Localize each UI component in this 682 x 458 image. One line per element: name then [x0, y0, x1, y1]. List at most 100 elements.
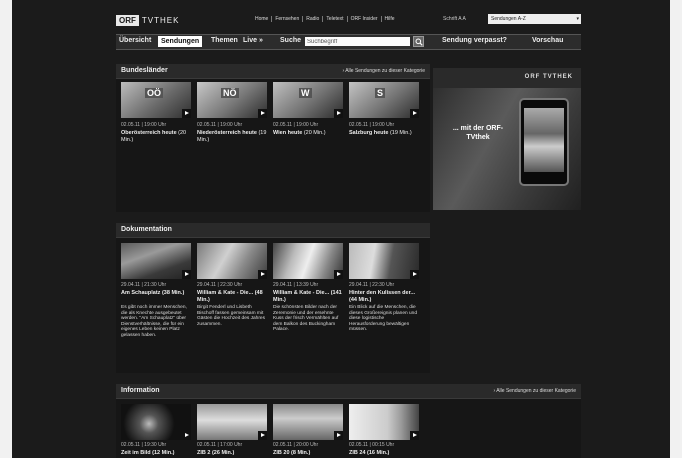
- top-link-hilfe[interactable]: Hilfe: [382, 16, 398, 22]
- sendungen-select[interactable]: Sendungen A-Z ▾: [488, 14, 581, 24]
- nav-sendung-verpasst[interactable]: Sendung verpasst?: [442, 37, 507, 44]
- video-thumbnail[interactable]: NÖ: [197, 82, 267, 118]
- video-thumbnail[interactable]: [349, 243, 419, 279]
- thumbnail-badge: NÖ: [221, 88, 239, 98]
- play-icon[interactable]: [334, 270, 343, 279]
- video-title[interactable]: ZIB 2 (26 Min.): [197, 450, 267, 457]
- category-link[interactable]: › Alle Sendungen zu dieser Kategorie: [493, 388, 576, 394]
- video-title[interactable]: Hinter den Kulissen der... (44 Min.): [349, 290, 419, 303]
- search-label: Suche: [280, 37, 302, 44]
- search-icon: [415, 38, 423, 46]
- search-button[interactable]: [413, 36, 424, 47]
- video-date: 02.05.11 | 19:00 Uhr: [197, 122, 243, 128]
- thumbnail-badge: S: [375, 88, 386, 98]
- video-thumbnail[interactable]: [273, 404, 343, 440]
- video-description: Birgit Fenderl und Lisbeth Bischoff fass…: [197, 305, 265, 327]
- section-information: Information › Alle Sendungen zu dieser K…: [116, 384, 581, 458]
- promo-text: ... mit der ORF-TVthek: [452, 125, 504, 141]
- video-title[interactable]: Wien heute (20 Min.): [273, 130, 343, 137]
- top-links: Home Fernsehen Radio Teletext ORF Inside…: [252, 16, 398, 22]
- play-icon[interactable]: [334, 431, 343, 440]
- sendungen-select-value: Sendungen A-Z: [491, 16, 526, 22]
- video-thumbnail[interactable]: [273, 243, 343, 279]
- section-dokumentation: Dokumentation 29.04.11 | 21:30 Uhr Am Sc…: [116, 223, 430, 373]
- video-title[interactable]: ZIB 24 (16 Min.): [349, 450, 419, 457]
- video-title[interactable]: ZIB 20 (8 Min.): [273, 450, 343, 457]
- play-icon[interactable]: [410, 431, 419, 440]
- video-title-text: Am Schauplatz: [121, 290, 161, 296]
- nav-live[interactable]: Live »: [243, 37, 263, 44]
- video-title[interactable]: Niederösterreich heute (19 Min.): [197, 130, 267, 143]
- phone-screen: [524, 108, 564, 172]
- top-link-radio[interactable]: Radio: [303, 16, 324, 22]
- promo-header: ORF TVTHEK: [433, 68, 581, 88]
- promo-logo: ORF TVTHEK: [524, 74, 573, 80]
- video-title[interactable]: Salzburg heute (19 Min.): [349, 130, 419, 137]
- chevron-down-icon: ▾: [576, 16, 579, 22]
- video-title[interactable]: Oberösterreich heute (20 Min.): [121, 130, 191, 143]
- video-title-text: Niederösterreich heute: [197, 130, 257, 136]
- video-title[interactable]: Am Schauplatz (38 Min.): [121, 290, 191, 297]
- video-thumbnail[interactable]: [197, 243, 267, 279]
- logo-orf: ORF: [116, 14, 139, 26]
- video-thumbnail[interactable]: OÖ: [121, 82, 191, 118]
- video-date: 02.05.11 | 17:00 Uhr: [197, 442, 243, 448]
- play-icon[interactable]: [334, 109, 343, 118]
- top-link-orf-insider[interactable]: ORF Insider: [348, 16, 382, 22]
- video-thumbnail[interactable]: S: [349, 82, 419, 118]
- nav-uebersicht[interactable]: Übersicht: [119, 37, 151, 44]
- play-icon[interactable]: [182, 431, 191, 440]
- font-size-buttons[interactable]: A A: [458, 16, 466, 22]
- nav-sendungen[interactable]: Sendungen: [158, 36, 203, 47]
- video-date: 29.04.11 | 13:39 Uhr: [273, 282, 319, 288]
- top-link-home[interactable]: Home: [252, 16, 273, 22]
- video-thumbnail[interactable]: W: [273, 82, 343, 118]
- play-icon[interactable]: [258, 270, 267, 279]
- nav-vorschau[interactable]: Vorschau: [532, 37, 563, 44]
- play-icon[interactable]: [182, 109, 191, 118]
- video-title[interactable]: William & Kate - Die... (48 Min.): [197, 290, 267, 303]
- video-thumbnail[interactable]: [121, 243, 191, 279]
- video-description: Die schönsten Bilder nach der Zeremonie …: [273, 305, 339, 333]
- section-title: Information: [121, 387, 160, 394]
- video-date: 02.05.11 | 19:00 Uhr: [349, 122, 395, 128]
- phone-icon: [519, 98, 569, 186]
- section-title: Dokumentation: [121, 226, 172, 233]
- video-title[interactable]: Zeit im Bild (12 Min.): [121, 450, 191, 457]
- orf-tvthek-logo[interactable]: ORF TVTHEK: [116, 14, 179, 26]
- tvthek-promo-banner[interactable]: ORF TVTHEK ... mit der ORF-TVthek: [433, 68, 581, 210]
- play-icon[interactable]: [410, 270, 419, 279]
- video-date: 29.04.11 | 22:30 Uhr: [349, 282, 395, 288]
- play-icon[interactable]: [258, 109, 267, 118]
- thumbnail-badge: W: [299, 88, 312, 98]
- video-date: 02.05.11 | 20:00 Uhr: [273, 442, 319, 448]
- video-title-text: Salzburg heute: [349, 130, 389, 136]
- video-date: 29.04.11 | 21:30 Uhr: [121, 282, 167, 288]
- video-thumbnail[interactable]: [121, 404, 191, 440]
- section-header: Information › Alle Sendungen zu dieser K…: [116, 384, 581, 399]
- video-thumbnail[interactable]: [349, 404, 419, 440]
- top-link-fernsehen[interactable]: Fernsehen: [272, 16, 304, 22]
- category-link[interactable]: › Alle Sendungen zu dieser Kategorie: [342, 68, 425, 74]
- search-input[interactable]: [305, 37, 410, 46]
- main-nav: Übersicht Sendungen Themen Live » Suche …: [116, 34, 581, 50]
- video-thumbnail[interactable]: [197, 404, 267, 440]
- nav-themen[interactable]: Themen: [211, 37, 238, 44]
- video-title[interactable]: William & Kate - Die... (141 Min.): [273, 290, 343, 303]
- video-duration: (44 Min.): [349, 296, 372, 303]
- play-icon[interactable]: [182, 270, 191, 279]
- video-title-text: Wien heute: [273, 130, 303, 136]
- section-header: Bundesländer › Alle Sendungen zu dieser …: [116, 64, 430, 79]
- play-icon[interactable]: [258, 431, 267, 440]
- video-title-text: William & Kate - Die...: [273, 290, 330, 296]
- video-date: 02.05.11 | 19:00 Uhr: [273, 122, 319, 128]
- font-size-control: Schrift A A: [443, 16, 466, 22]
- section-bundeslaender: Bundesländer › Alle Sendungen zu dieser …: [116, 64, 430, 212]
- video-date: 02.05.11 | 19:00 Uhr: [121, 122, 167, 128]
- play-icon[interactable]: [410, 109, 419, 118]
- video-duration: (20 Min.): [303, 130, 326, 136]
- video-date: 02.05.11 | 00:15 Uhr: [349, 442, 395, 448]
- video-duration: (19 Min.): [389, 130, 412, 136]
- schrift-label: Schrift: [443, 16, 458, 22]
- top-link-teletext[interactable]: Teletext: [323, 16, 348, 22]
